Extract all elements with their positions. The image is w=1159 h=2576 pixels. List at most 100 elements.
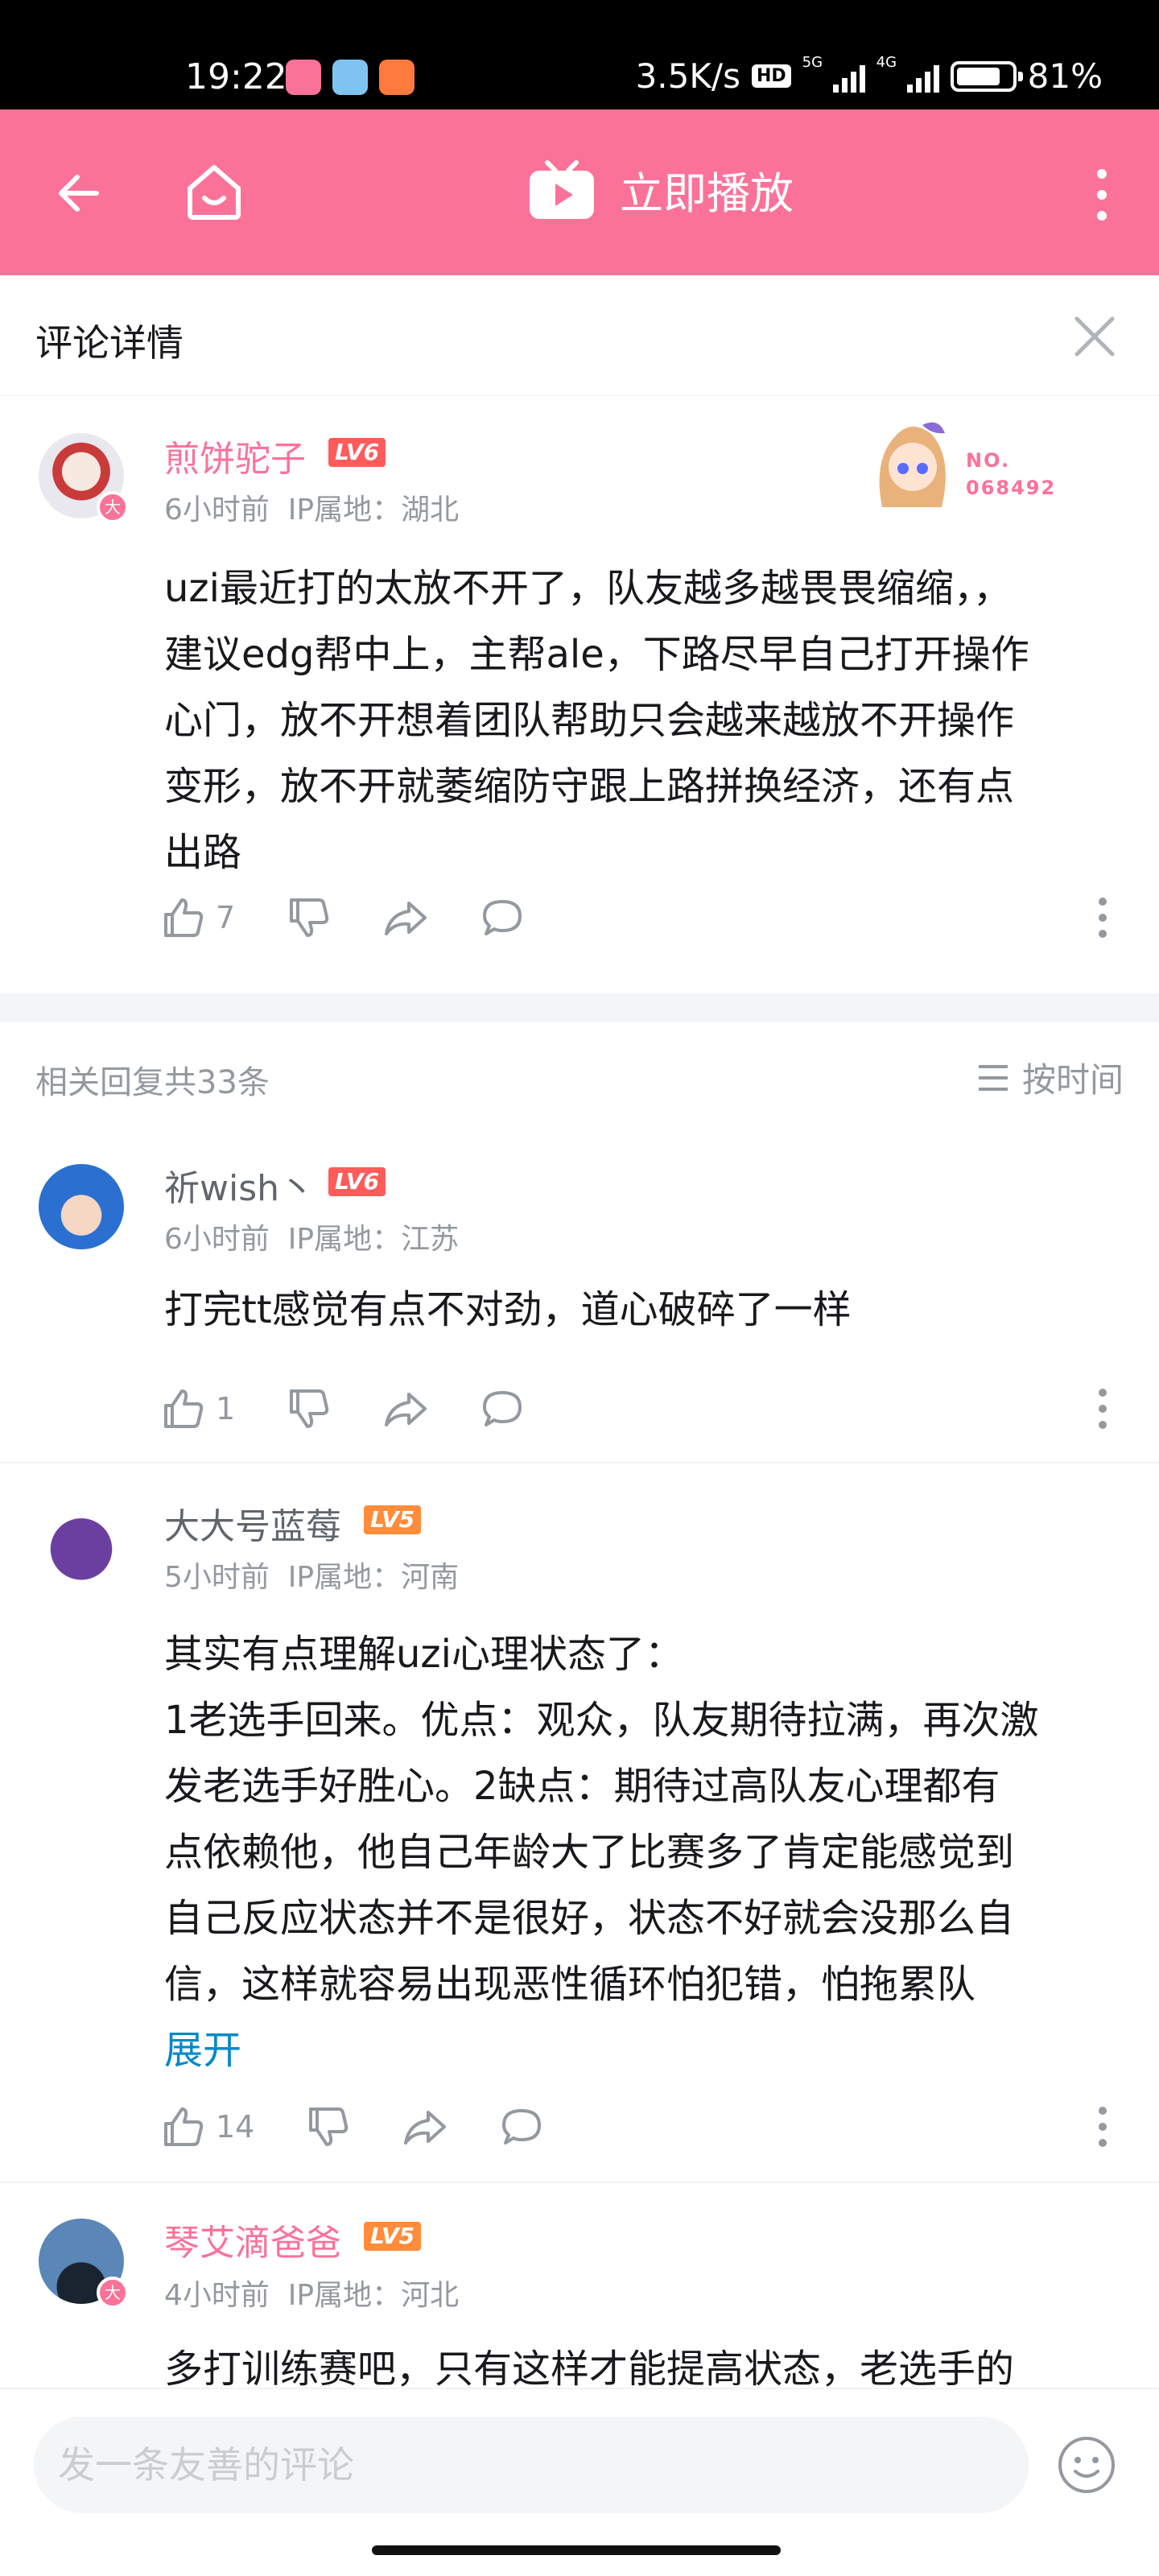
comment-actions: 1 [161,1386,576,1431]
comment-content: 打完tt感觉有点不对劲，道心破碎了一样 [164,1287,852,1332]
app-notification-icon [332,60,368,95]
comment-ip: IP属地：江苏 [287,1223,460,1256]
comment-actions: 7 [161,895,576,940]
sort-label: 按时间 [1021,1060,1124,1100]
section-divider [0,993,1159,1022]
more-vertical-icon[interactable] [1095,895,1111,940]
comment-time: 5小时前 [164,1561,270,1594]
signal-5g-icon: 5G [802,54,865,93]
top-nav-bar: 立即播放 [0,109,1159,275]
comment-content: uzi最近打的太放不开了，队友越多越畏畏缩缩，， 建议edg帮中上，主帮ale，… [164,566,1029,875]
share-button[interactable] [383,895,428,940]
comment-meta: 6小时前 IP属地：湖北 [164,486,459,528]
close-icon[interactable] [1072,314,1117,359]
like-button[interactable]: 7 [161,895,235,940]
reply-button[interactable] [480,895,525,940]
dislike-button[interactable] [306,2104,351,2149]
status-bar: 19:22 3.5K/s HD 5G 4G 81% [0,0,1159,109]
play-now-label: 立即播放 [620,168,794,219]
battery-level: 81% [1027,56,1103,96]
level-badge: LV5 [364,1505,422,1534]
like-button[interactable]: 1 [161,1386,235,1431]
username[interactable]: 祈wish丶 [164,1159,315,1211]
status-time: 19:22 [185,56,287,97]
thumb-up-icon [164,898,204,937]
comment-ip: IP属地：湖北 [287,493,460,526]
panel-title: 评论详情 [35,321,184,365]
avatar[interactable]: 大 [39,433,129,523]
share-button[interactable] [383,1386,428,1431]
signal-4g-icon: 4G [876,54,939,93]
battery-icon [950,60,1023,92]
dislike-button[interactable] [287,895,332,940]
comment-time: 6小时前 [164,1223,270,1256]
comment-meta: 5小时前 IP属地：河南 [164,1554,459,1596]
avatar[interactable]: 大 [39,2219,129,2309]
more-vertical-icon[interactable] [1095,2104,1111,2149]
avatar[interactable] [39,1502,124,1587]
more-vertical-icon[interactable] [1090,163,1114,227]
username[interactable]: 琴艾滴爸爸 [164,2214,341,2265]
sort-button[interactable]: 按时间 [977,1053,1124,1102]
username[interactable]: 煎饼驼子 [164,430,306,481]
fan-card-number: 068492 [966,477,1057,499]
reply-item: 大大号蓝莓 LV5 5小时前 IP属地：河南 其实有点理解uzi心理状态了： 1… [0,1463,1159,2183]
share-icon [385,1393,427,1426]
like-count: 1 [216,1391,236,1426]
emoji-icon[interactable] [1056,2434,1117,2496]
comment-input[interactable]: 发一条友善的评论 [34,2417,1029,2513]
comment-ip: IP属地：河南 [287,1561,460,1594]
thumb-down-icon [290,898,329,937]
expand-link[interactable]: 展开 [164,2017,1122,2083]
reply-item: 祈wish丶 LV6 6小时前 IP属地：江苏 打完tt感觉有点不对劲，道心破碎… [0,1130,1159,1463]
comment-icon [483,1391,522,1426]
comment-icon [483,900,522,935]
share-icon [385,902,427,935]
username[interactable]: 大大号蓝莓 [164,1497,341,1549]
play-now-button[interactable]: 立即播放 [528,158,794,221]
comment-content: 多打训练赛吧，只有这样才能提高状态，老选手的 [164,2347,1015,2388]
reply-button[interactable] [480,1386,525,1431]
reply-button[interactable] [499,2104,544,2149]
thumb-up-icon [164,1389,204,1428]
comment-detail-header: 评论详情 [0,275,1159,396]
replies-header: 相关回复共33条 按时间 [0,1026,1159,1130]
comment-meta: 6小时前 IP属地：江苏 [164,1216,459,1257]
fan-card-character-icon [879,422,946,507]
vip-badge: 大 [97,2277,129,2309]
home-icon[interactable] [179,156,250,227]
back-arrow-icon[interactable] [50,161,114,225]
more-vertical-icon[interactable] [1095,1386,1111,1431]
like-count: 14 [216,2109,255,2145]
status-right: 3.5K/s HD 5G 4G 81% [635,54,1103,97]
thumb-up-icon [164,2107,204,2146]
fan-card-no: NO. [966,449,1011,472]
hd-badge: HD [751,64,791,88]
home-indicator[interactable] [372,2545,781,2555]
network-speed: 3.5K/s [635,56,740,96]
dislike-button[interactable] [287,1386,332,1431]
share-button[interactable] [402,2104,448,2149]
level-badge: LV6 [328,438,386,467]
comment-content: 其实有点理解uzi心理状态了： 1老选手回来。优点：观众，队友期待拉满，再次激 … [164,1621,1122,2083]
comment-time: 6小时前 [164,493,270,526]
vip-badge: 大 [97,491,129,523]
app-notification-icon [379,60,415,95]
comment-meta: 4小时前 IP属地：河北 [164,2272,459,2314]
reply-count: 相关回复共33条 [35,1064,270,1101]
comment-icon [502,2109,542,2145]
avatar[interactable] [39,1164,124,1249]
level-badge: LV6 [328,1167,386,1196]
like-button[interactable]: 14 [161,2104,254,2149]
fan-card[interactable]: NO. 068492 [864,411,1082,515]
comment-time: 4小时前 [164,2279,270,2312]
sort-list-icon [978,1064,1008,1091]
like-count: 7 [216,900,236,935]
comment-ip: IP属地：河北 [287,2279,460,2312]
bilibili-app-icon [286,60,321,95]
tv-play-icon [530,159,594,219]
comment-actions: 14 [161,2104,596,2149]
share-icon [404,2111,447,2145]
level-badge: LV5 [364,2222,422,2251]
thumb-down-icon [290,1389,329,1428]
